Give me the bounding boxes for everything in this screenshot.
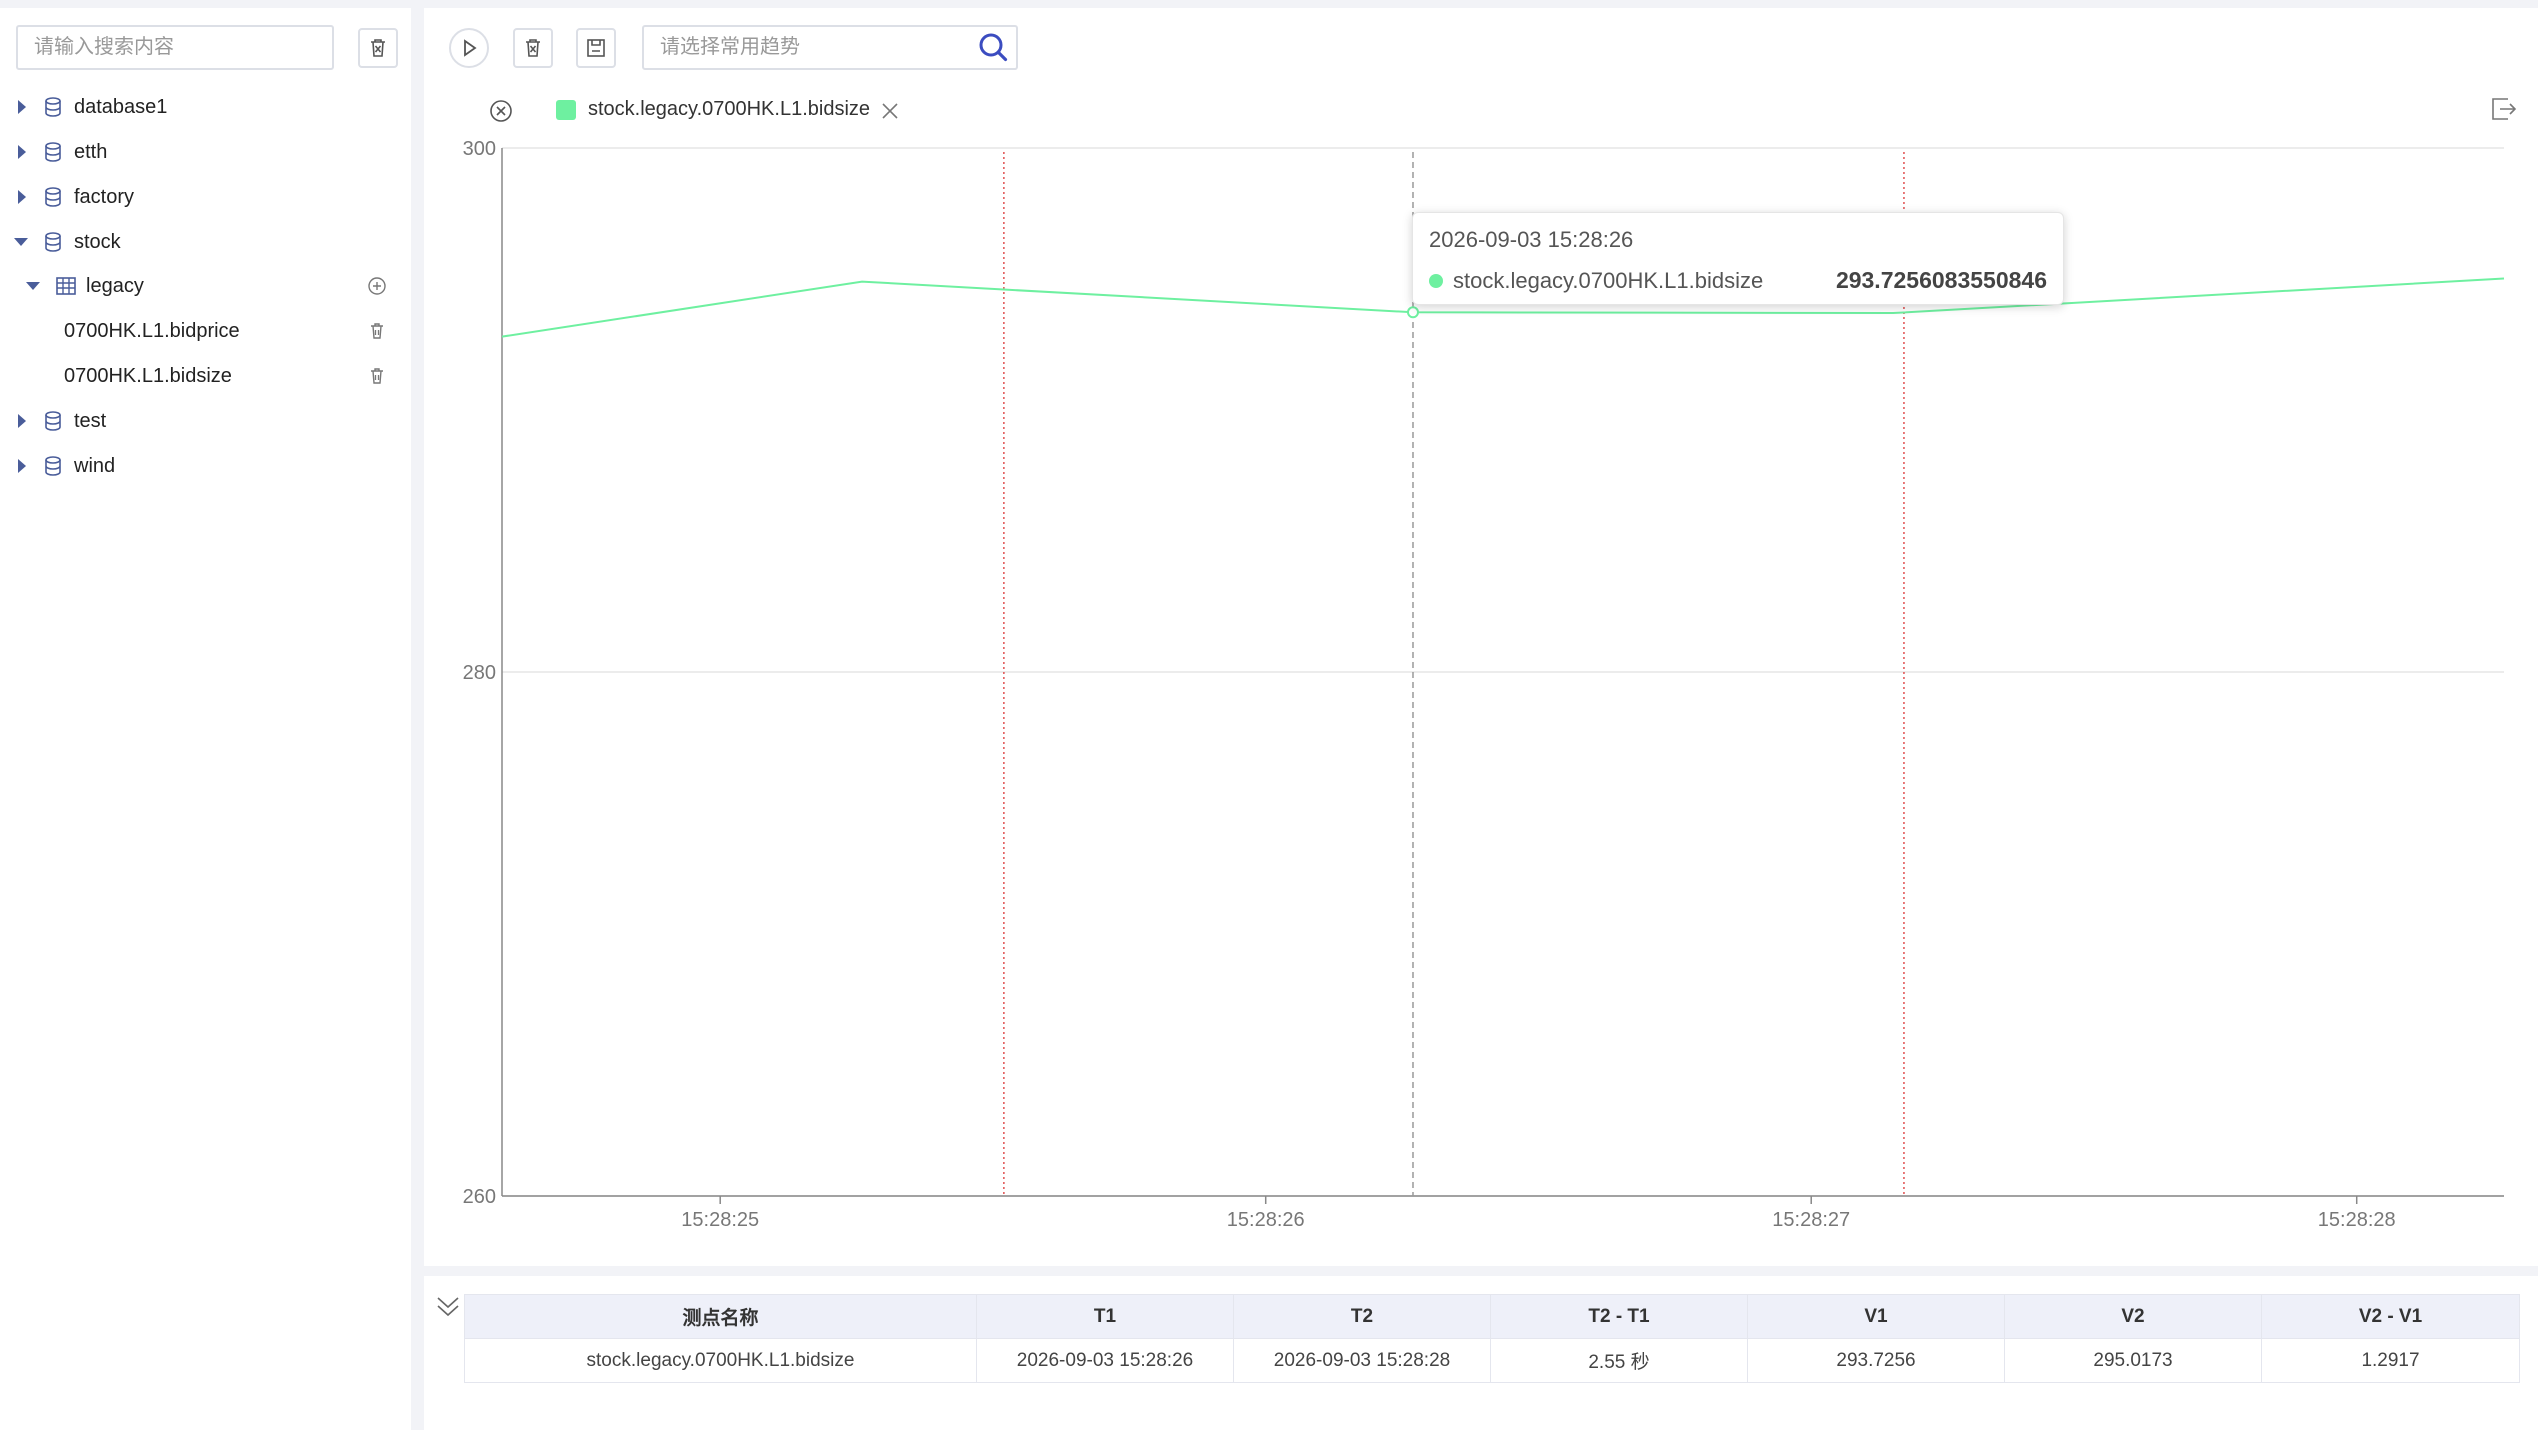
database-icon (45, 142, 61, 162)
tree-node-label: factory (74, 185, 135, 208)
hover-point (1406, 306, 1419, 319)
tree-node-label: etth (74, 140, 108, 163)
table-cell: 2.55 秒 (1490, 1338, 1748, 1383)
collapse-arrow-icon[interactable] (14, 238, 28, 246)
database-icon (45, 411, 61, 431)
tree-node-label: stock (74, 230, 121, 253)
database-icon (45, 456, 61, 476)
expand-arrow-icon[interactable] (18, 190, 26, 204)
tree-node-label: 0700HK.L1.bidsize (64, 364, 232, 387)
measurement-panel: 测点名称 T1 T2 T2 - T1 V1 V2 V2 - V1 stock.l… (424, 1276, 2538, 1430)
y-tick-label: 300 (463, 138, 496, 160)
tree-node-bidprice[interactable]: 0700HK.L1.bidprice (0, 311, 411, 351)
col-header: T1 (976, 1294, 1234, 1339)
add-circle-icon[interactable] (367, 276, 387, 296)
col-header: V2 - V1 (2261, 1294, 2520, 1339)
double-chevron-down-icon[interactable] (434, 1294, 462, 1322)
y-tick-label: 260 (463, 1186, 496, 1208)
x-tick-label: 15:28:25 (681, 1209, 759, 1231)
trash-icon[interactable] (367, 366, 387, 386)
tree-node-bidsize[interactable]: 0700HK.L1.bidsize (0, 356, 411, 396)
col-header: 测点名称 (464, 1294, 977, 1339)
tooltip-value: 293.7256083550846 (1835, 267, 2047, 293)
expand-arrow-icon[interactable] (18, 459, 26, 473)
expand-arrow-icon[interactable] (18, 100, 26, 114)
tree-node-stock[interactable]: stock (0, 222, 411, 262)
trash-icon[interactable] (367, 321, 387, 341)
tree-node-legacy[interactable]: legacy (0, 266, 411, 306)
tooltip-time: 2026-09-03 15:28:26 (1429, 227, 1634, 252)
col-header: V1 (1747, 1294, 2005, 1339)
expand-arrow-icon[interactable] (18, 414, 26, 428)
table-cell: 2026-09-03 15:28:26 (976, 1338, 1234, 1383)
x-tick-label: 15:28:26 (1227, 1209, 1305, 1231)
tree-node-factory[interactable]: factory (0, 177, 411, 217)
col-header: T2 (1233, 1294, 1491, 1339)
tree-node-test[interactable]: test (0, 401, 411, 441)
table-cell: 295.0173 (2004, 1338, 2262, 1383)
tree-node-database1[interactable]: database1 (0, 87, 411, 127)
table-header-row: 测点名称 T1 T2 T2 - T1 V1 V2 V2 - V1 (464, 1294, 2520, 1339)
tree-node-wind[interactable]: wind (0, 446, 411, 486)
table-cell: stock.legacy.0700HK.L1.bidsize (464, 1338, 977, 1383)
sidebar: 请输入搜索内容 database1 etth factory stock leg… (0, 8, 411, 1430)
measurement-table: 测点名称 T1 T2 T2 - T1 V1 V2 V2 - V1 stock.l… (464, 1294, 2520, 1383)
tooltip-dot (1429, 273, 1443, 288)
table-cell: 1.2917 (2261, 1338, 2520, 1383)
database-icon (45, 187, 61, 207)
database-icon (45, 232, 61, 252)
database-icon (45, 97, 61, 117)
tree-node-label: legacy (86, 274, 144, 297)
clear-search-button[interactable] (358, 28, 398, 68)
search-input[interactable]: 请输入搜索内容 (16, 25, 334, 70)
chart-panel: 请选择常用趋势 stock.legacy.0700HK.L1.bidsize 2… (424, 8, 2538, 1266)
table-cell: 2026-09-03 15:28:28 (1233, 1338, 1491, 1383)
x-tick-label: 15:28:27 (1772, 1209, 1850, 1231)
tooltip-series: stock.legacy.0700HK.L1.bidsize (1453, 267, 1764, 293)
trash-icon (371, 39, 385, 57)
trend-chart[interactable]: 260 280 300 15:28:25 15:28:26 15:28:27 15:28:2… (424, 8, 2538, 1266)
collapse-arrow-icon[interactable] (26, 282, 40, 290)
chart-tooltip: 2026-09-03 15:28:26 stock.legacy.0700HK.… (1412, 212, 2064, 305)
tree-node-label: test (74, 409, 107, 432)
tree-node-label: wind (74, 454, 116, 477)
x-tick-label: 15:28:28 (2318, 1209, 2396, 1231)
col-header: T2 - T1 (1490, 1294, 1748, 1339)
col-header: V2 (2004, 1294, 2262, 1339)
tree-node-label: 0700HK.L1.bidprice (64, 319, 240, 342)
y-tick-label: 280 (463, 662, 496, 684)
tree-node-etth[interactable]: etth (0, 132, 411, 172)
expand-arrow-icon[interactable] (18, 145, 26, 159)
table-cell: 293.7256 (1747, 1338, 2005, 1383)
tree-node-label: database1 (74, 95, 168, 118)
table-icon (56, 277, 76, 295)
table-row: stock.legacy.0700HK.L1.bidsize 2026-09-0… (464, 1338, 2520, 1383)
